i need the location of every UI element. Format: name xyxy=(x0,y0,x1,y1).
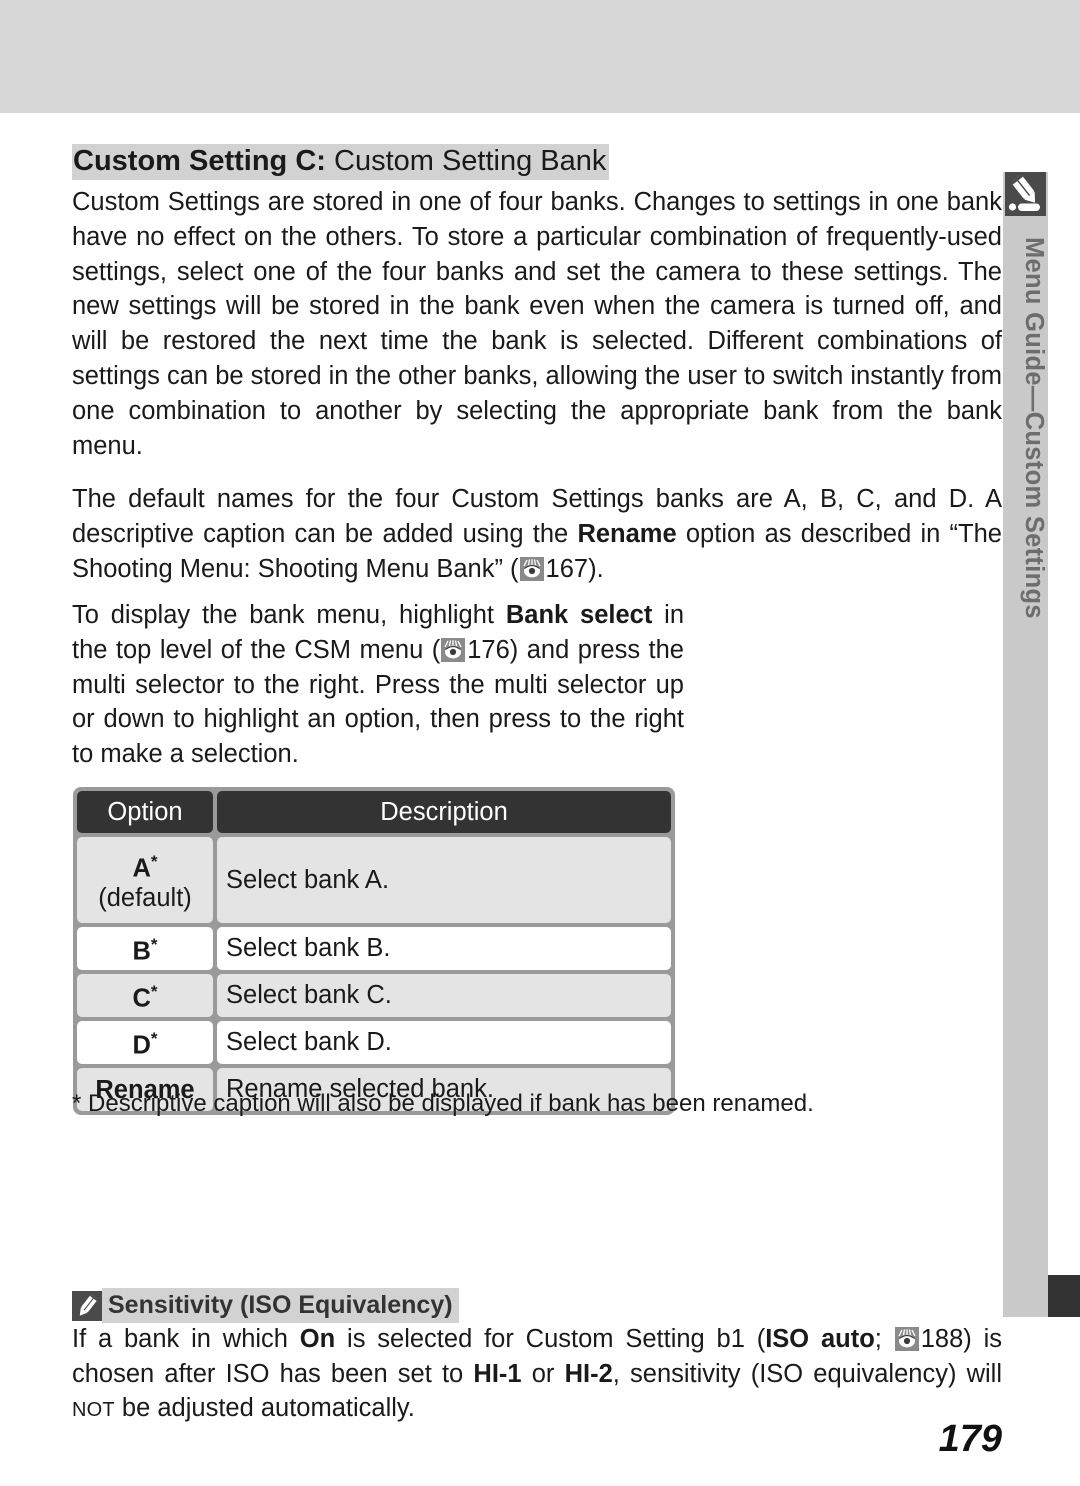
page-title-regular: Custom Setting Bank xyxy=(325,145,607,177)
note-ref-page: 188 xyxy=(920,1325,964,1353)
table-header-description: Description xyxy=(217,791,671,833)
paragraph-intro: Custom Settings are stored in one of fou… xyxy=(72,188,1002,460)
table-row: C* Select bank C. xyxy=(77,974,671,1017)
table-row: D* Select bank D. xyxy=(77,1021,671,1064)
bank-options-table: Option Description A* (default) Select b… xyxy=(73,787,675,1115)
page-title: Custom Setting C: Custom Setting Bank xyxy=(72,143,610,180)
paragraph-bank-menu: To display the bank menu, highlight Bank… xyxy=(72,598,684,772)
table-cell-option: C* xyxy=(77,974,213,1017)
paragraph-3-ref-page: 176 xyxy=(467,635,510,664)
option-footnote-marker: * xyxy=(150,935,158,955)
note-heading: Sensitivity (ISO Equivalency) xyxy=(72,1288,459,1323)
note-isoauto-emphasis: ISO auto xyxy=(765,1325,875,1353)
page-number: 179 xyxy=(938,1418,1002,1460)
table-header-option: Option xyxy=(77,791,213,833)
note-title: Sensitivity (ISO Equivalency) xyxy=(102,1288,459,1323)
page-reference-icon xyxy=(441,637,466,662)
note-text-e: or xyxy=(521,1359,565,1388)
pencil-note-icon xyxy=(1005,172,1046,216)
page-reference-icon xyxy=(894,1327,919,1351)
table-cell-option: B* xyxy=(77,927,213,970)
note-text-b: is selected for Custom Setting b1 ( xyxy=(335,1325,766,1353)
table-cell-option: A* (default) xyxy=(77,837,213,923)
option-footnote-marker: * xyxy=(150,1029,158,1049)
paragraph-3-text-a: To display the bank menu, highlight xyxy=(72,601,506,629)
pencil-note-icon xyxy=(72,1290,102,1321)
option-footnote-marker: * xyxy=(150,982,158,1002)
table-row: B* Select bank B. xyxy=(77,927,671,970)
table-cell-description: Select bank C. xyxy=(217,974,671,1017)
paragraph-2-text-c: ). xyxy=(588,554,604,583)
rename-option-emphasis: Rename xyxy=(577,519,677,548)
option-default-label: (default) xyxy=(98,884,192,913)
bank-select-emphasis: Bank select xyxy=(505,601,653,629)
note-body: If a bank in which On is selected for Cu… xyxy=(72,1322,1002,1428)
paragraph-2-ref-page: 167 xyxy=(545,554,589,583)
page-reference-icon xyxy=(519,556,544,581)
table-header-row: Option Description xyxy=(77,791,671,833)
note-on-emphasis: On xyxy=(299,1325,336,1353)
table-cell-option: D* xyxy=(77,1021,213,1064)
side-tab-marker xyxy=(1048,1275,1080,1317)
option-letter: B xyxy=(132,937,151,966)
option-letter: D xyxy=(132,1031,151,1060)
table-row: A* (default) Select bank A. xyxy=(77,837,671,923)
table-footnote: * Descriptive caption will also be displ… xyxy=(72,1090,814,1117)
table-cell-description: Select bank A. xyxy=(217,837,671,923)
page-top-band xyxy=(0,0,1080,113)
option-letter: C xyxy=(132,984,151,1013)
option-footnote-marker: * xyxy=(150,851,158,871)
note-hi1-emphasis: HI-1 xyxy=(473,1359,522,1388)
option-letter: A xyxy=(132,854,151,883)
table-cell-description: Select bank B. xyxy=(217,927,671,970)
note-text-a: If a bank in which xyxy=(72,1325,300,1353)
note-hi2-emphasis: HI-2 xyxy=(564,1359,613,1388)
paragraph-default-names: The default names for the four Custom Se… xyxy=(72,482,1002,586)
note-text-c: ; xyxy=(874,1325,894,1353)
page-title-bold: Custom Setting C: xyxy=(73,145,326,177)
note-text-f: , sensitivity (ISO equivalency) will xyxy=(612,1359,1003,1388)
table-cell-description: Select bank D. xyxy=(217,1021,671,1064)
side-tab-label: Menu Guide—Custom Settings xyxy=(1020,237,1048,619)
